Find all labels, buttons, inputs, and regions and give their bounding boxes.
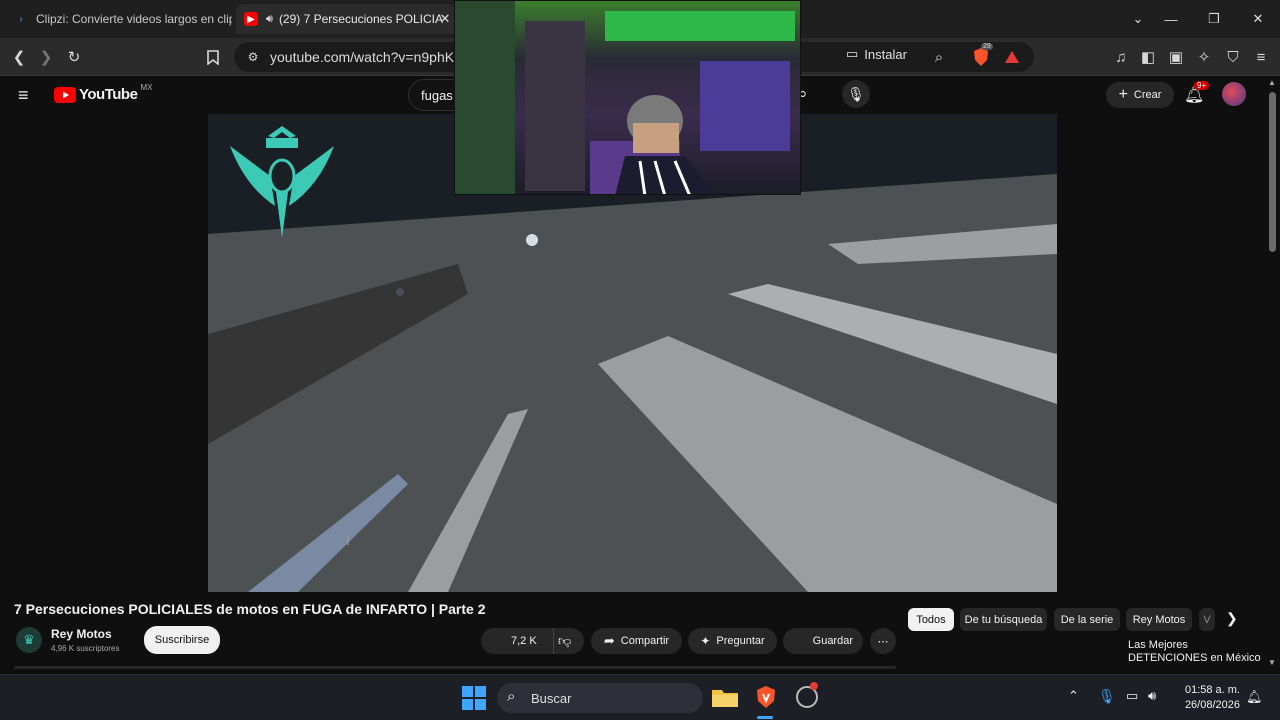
close-window-icon[interactable]: ✕ (1247, 8, 1269, 30)
hamburger-menu-icon[interactable]: ≡ (18, 85, 29, 106)
chip-from-series[interactable]: De la serie (1054, 608, 1120, 631)
windows-taskbar: ⌕ Buscar ⌃ 🎙︎ ▭ 🔊︎ 01:58 a. m. 26/08/202… (0, 674, 1280, 720)
recording-dot (810, 682, 818, 690)
tab-title: Clipzi: Convierte videos largos en clip (36, 12, 232, 26)
subscribe-button[interactable]: Suscribirse (144, 626, 220, 654)
youtube-favicon-icon: ▶ (244, 12, 258, 26)
like-count[interactable]: 7,2 K (511, 635, 537, 647)
show-hidden-icons-icon[interactable]: ⌃ (1068, 688, 1079, 704)
windows-start-icon[interactable] (462, 686, 486, 715)
media-icon[interactable]: ♫ (1110, 46, 1132, 68)
volume-icon[interactable]: 🔊︎ (1148, 688, 1156, 704)
recommendation-title[interactable]: Las Mejores DETENCIONES en México (1128, 639, 1261, 665)
user-avatar[interactable] (1222, 82, 1246, 106)
install-icon: ▭ (846, 46, 859, 61)
scroll-down-icon[interactable]: ▼ (1268, 658, 1276, 667)
video-title: 7 Persecuciones POLICIALES de motos en F… (14, 601, 486, 617)
brave-browser-icon[interactable] (755, 685, 777, 714)
microphone-icon[interactable]: 🎙︎ (1098, 688, 1116, 705)
save-button[interactable]: Guardar (783, 628, 863, 654)
active-app-indicator (757, 716, 773, 719)
voice-search-icon[interactable]: 🎙︎ (842, 80, 870, 108)
sidebar-icon[interactable]: ◧ (1137, 46, 1159, 68)
minimize-window-icon[interactable]: — (1160, 8, 1182, 30)
like-divider (553, 628, 554, 654)
chip-all[interactable]: Todos (908, 608, 954, 631)
sparkle-icon: ✦ (700, 634, 711, 648)
site-info-icon[interactable]: ⚙ (242, 46, 264, 68)
youtube-logo[interactable]: YouTube MX (54, 83, 152, 103)
shield-count-badge: 29 (981, 43, 993, 50)
share-icon: ➦ (603, 633, 615, 648)
zoom-icon[interactable]: ⌕ (928, 46, 950, 68)
reload-icon[interactable]: ↻ (63, 46, 85, 68)
dislike-icon[interactable]: 👎︎ (558, 633, 571, 649)
brave-rewards-icon[interactable] (1001, 46, 1023, 68)
notification-center-icon[interactable]: 🔔︎ (1246, 689, 1263, 705)
bookmark-icon[interactable] (202, 46, 224, 68)
tab-youtube-video[interactable]: ▶ 🔊︎ (29) 7 Persecuciones POLICIA (236, 4, 456, 34)
channel-name[interactable]: Rey Motos (51, 627, 112, 641)
leo-ai-icon[interactable]: ✧ (1193, 46, 1215, 68)
network-icon[interactable]: ▭ (1126, 688, 1138, 704)
forward-icon[interactable]: ❯ (35, 46, 57, 68)
more-actions-icon[interactable]: ⋯ (870, 628, 896, 654)
chip-partial[interactable]: V (1199, 608, 1215, 631)
youtube-logo-icon (54, 86, 76, 103)
chip-from-search[interactable]: De tu búsqueda (960, 608, 1047, 631)
speaker-icon: 🔊︎ (266, 12, 273, 25)
tab-clipzi[interactable]: › Clipzi: Convierte videos largos en cli… (6, 4, 232, 34)
search-icon: ⌕ (507, 688, 516, 705)
chip-rey-motos[interactable]: Rey Motos (1126, 608, 1192, 631)
channel-avatar[interactable]: ♛ (16, 627, 42, 653)
scroll-up-icon[interactable]: ▲ (1268, 78, 1276, 87)
webcam-overlay (454, 0, 801, 195)
obs-studio-icon[interactable] (796, 682, 818, 708)
scrollbar-thumb[interactable] (1269, 92, 1276, 252)
menu-icon[interactable]: ≡ (1250, 46, 1272, 68)
like-dislike-group: 7,2 K 👎︎ (481, 628, 584, 654)
clipzi-favicon-icon: › (19, 13, 23, 25)
tab-search-chevron-icon[interactable]: ⌄ (1127, 8, 1149, 30)
chips-next-icon[interactable]: ❯ (1226, 610, 1238, 627)
ask-button[interactable]: ✦ Preguntar (688, 628, 777, 654)
install-app-button[interactable]: ▭ Instalar (846, 46, 907, 62)
text-cursor-icon: I (346, 532, 350, 548)
maximize-window-icon[interactable]: ❐ (1203, 8, 1225, 30)
notification-badge: 9+ (1194, 81, 1210, 90)
taskbar-search-box[interactable]: ⌕ Buscar (497, 683, 703, 713)
back-icon[interactable]: ❮ (8, 46, 30, 68)
wallet-icon[interactable]: ▣ (1165, 46, 1187, 68)
page-scrollbar[interactable]: ▲ ▼ (1266, 76, 1280, 674)
url-text[interactable]: youtube.com/watch?v=n9phKaS (270, 49, 471, 65)
create-button[interactable]: + Crear (1106, 82, 1174, 108)
subscriber-count: 4,96 K suscriptores (51, 644, 120, 653)
plus-icon: + (1118, 86, 1128, 103)
close-tab-icon[interactable]: ✕ (434, 8, 456, 30)
file-explorer-icon[interactable] (712, 687, 738, 712)
vpn-icon[interactable]: ⛉ (1222, 46, 1244, 68)
notifications-bell-icon[interactable]: 🔔︎ 9+ (1184, 81, 1210, 105)
brave-shields-icon[interactable]: 29 (970, 43, 993, 68)
comment-area-divider (14, 666, 896, 669)
tab-title: (29) 7 Persecuciones POLICIA (278, 12, 444, 26)
share-button[interactable]: ➦ Compartir (591, 628, 682, 654)
channel-watermark-logo (230, 126, 334, 238)
webcam-frame (455, 1, 795, 194)
system-clock[interactable]: 01:58 a. m. 26/08/2026 (1170, 683, 1240, 713)
